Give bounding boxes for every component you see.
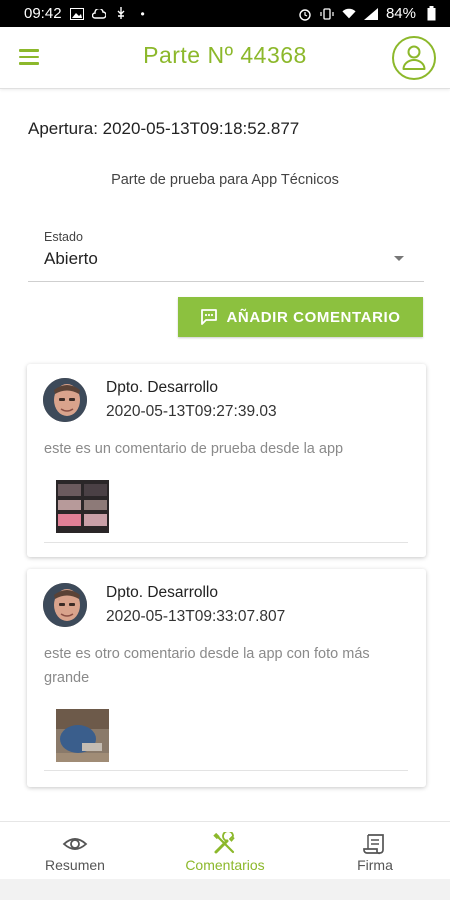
app-bar: Parte Nº 44368	[0, 27, 450, 89]
card-divider	[44, 542, 408, 543]
apertura-text: Apertura: 2020-05-13T09:18:52.877	[28, 119, 300, 138]
bottom-navigation: Resumen Comentarios Firma	[0, 821, 450, 879]
comment-card: Dpto. Desarrollo 2020-05-13T09:33:07.807…	[27, 569, 426, 787]
nav-label: Firma	[357, 857, 393, 873]
comment-photo-thumbnail[interactable]	[56, 709, 109, 762]
comment-author: Dpto. Desarrollo	[106, 379, 218, 396]
dot-notification-icon: •	[140, 6, 145, 21]
page-title: Parte Nº 44368	[143, 42, 307, 68]
comment-icon	[201, 309, 218, 325]
comment-date: 2020-05-13T09:33:07.807	[106, 608, 286, 625]
vibrate-icon	[320, 7, 334, 21]
nav-item-comentarios[interactable]: Comentarios	[150, 822, 300, 879]
status-left: 09:42 •	[24, 5, 150, 22]
comment-author: Dpto. Desarrollo	[106, 584, 218, 601]
status-bar: 09:42 • 84%	[0, 0, 450, 27]
cloud-notification-icon	[91, 7, 106, 21]
status-time: 09:42	[24, 5, 62, 22]
nav-item-resumen[interactable]: Resumen	[0, 822, 150, 879]
eye-icon	[62, 838, 88, 850]
add-comment-button[interactable]: AÑADIR COMENTARIO	[178, 297, 423, 337]
comment-date: 2020-05-13T09:27:39.03	[106, 403, 277, 420]
alarm-icon	[298, 7, 312, 21]
battery-icon	[424, 6, 438, 21]
comment-photo-thumbnail[interactable]	[56, 480, 109, 533]
comment-text: este es un comentario de prueba desde la…	[44, 441, 344, 457]
avatar	[43, 378, 87, 422]
user-icon	[402, 45, 426, 70]
estado-select[interactable]: Estado Abierto	[28, 230, 424, 282]
document-icon	[363, 834, 384, 855]
usb-notification-icon	[114, 6, 128, 21]
status-right: 84%	[298, 5, 438, 22]
battery-percent: 84%	[385, 5, 416, 22]
estado-value: Abierto	[44, 249, 98, 268]
nav-label: Comentarios	[185, 857, 265, 873]
comment-card: Dpto. Desarrollo 2020-05-13T09:27:39.03 …	[27, 364, 426, 557]
dropdown-arrow-icon	[394, 256, 404, 261]
card-divider	[44, 770, 408, 771]
tools-icon	[213, 832, 235, 854]
system-navigation-bar	[0, 879, 450, 900]
signal-icon	[363, 7, 378, 21]
wifi-icon	[342, 7, 356, 21]
parte-description: Parte de prueba para App Técnicos	[111, 172, 339, 188]
estado-label: Estado	[44, 230, 83, 244]
gallery-notification-icon	[69, 7, 84, 21]
nav-item-firma[interactable]: Firma	[300, 822, 450, 879]
comment-text: este es otro comentario desde la app con…	[44, 646, 370, 686]
avatar	[43, 583, 87, 627]
profile-button[interactable]	[392, 36, 436, 80]
nav-label: Resumen	[45, 857, 105, 873]
add-comment-label: AÑADIR COMENTARIO	[226, 308, 401, 326]
